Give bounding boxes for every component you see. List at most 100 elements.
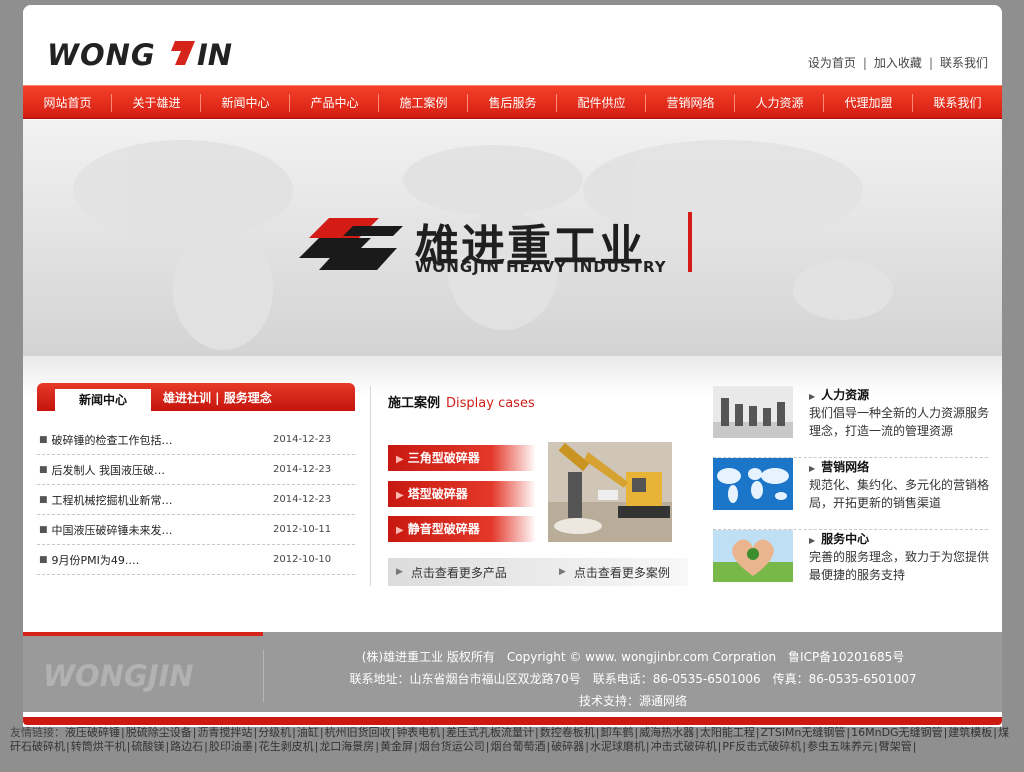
friend-link[interactable]: 转筒烘干机 [71, 740, 126, 753]
news-title[interactable]: 9月份PMI为49.… [52, 552, 273, 568]
friend-link[interactable]: 冲击式破碎机 [651, 740, 717, 753]
set-homepage-link[interactable]: 设为首页 [808, 56, 856, 70]
link-separator: | [391, 726, 396, 739]
friend-link[interactable]: 烟台葡萄酒 [490, 740, 545, 753]
link-separator: | [943, 726, 948, 739]
link-separator: | [645, 740, 650, 753]
list-item[interactable]: ■ 工程机械挖掘机业新常… 2014-12-23 [37, 485, 355, 515]
more-cases-link[interactable]: 点击查看更多案例 [574, 564, 670, 581]
link-separator: | [66, 740, 70, 753]
friend-link[interactable]: 液压破碎锤 [65, 726, 120, 739]
tower-breaker-button[interactable]: ▶ 塔型破碎器 [388, 481, 536, 507]
list-item: ▶ 人力资源 我们倡导一种全新的人力资源服务理念，打造一流的管理资源 [713, 386, 989, 458]
cases-title-en: Display cases [446, 396, 535, 411]
nav-about[interactable]: 关于雄进 [112, 86, 201, 118]
nav-products[interactable]: 产品中心 [290, 86, 379, 118]
top-links: 设为首页 | 加入收藏 | 联系我们 [807, 56, 988, 70]
more-products-link[interactable]: 点击查看更多产品 [411, 564, 507, 581]
news-date: 2014-12-23 [273, 434, 332, 445]
news-title[interactable]: 后发制人 我国液压破… [52, 462, 273, 478]
link-separator: | [253, 726, 258, 739]
friend-link[interactable]: PF反击式破碎机 [722, 740, 801, 753]
service-heading[interactable]: ▶ 服务中心 [809, 530, 869, 547]
friend-link[interactable]: 差压式孔板流量计 [446, 726, 534, 739]
marketing-text: 规范化、集约化、多元化的营销格局，开拓更新的销售渠道 [809, 478, 990, 510]
banner-accent-bar [688, 212, 692, 272]
nav-hr[interactable]: 人力资源 [735, 86, 824, 118]
marketing-heading[interactable]: ▶ 营销网络 [809, 458, 869, 475]
friend-link[interactable]: 数控卷板机 [540, 726, 595, 739]
link-separator: | [314, 740, 319, 753]
link-separator: | [375, 740, 380, 753]
nav-cases[interactable]: 施工案例 [379, 86, 468, 118]
friend-link[interactable]: 水泥球磨机 [590, 740, 645, 753]
friend-link[interactable]: 花生剥皮机 [259, 740, 314, 753]
add-favorite-link[interactable]: 加入收藏 [874, 56, 922, 70]
tab-news-center[interactable]: 新闻中心 [55, 389, 151, 411]
wongjin-logo[interactable]: WONG IN [47, 35, 247, 71]
friend-link[interactable]: 杭州旧货回收 [325, 726, 391, 739]
friend-link[interactable]: 脱硫除尘设备 [126, 726, 192, 739]
friend-link[interactable]: 黄金屏 [380, 740, 413, 753]
tab-other[interactable]: 雄进社训 | 服务理念 [163, 389, 272, 407]
nav-news[interactable]: 新闻中心 [201, 86, 290, 118]
list-item[interactable]: ■ 破碎锤的检查工作包括… 2014-12-23 [37, 425, 355, 455]
support-link[interactable]: 源通网络 [639, 694, 687, 708]
nav-contact[interactable]: 联系我们 [913, 86, 1002, 118]
excavator-photo[interactable] [548, 442, 672, 542]
nav-marketing[interactable]: 营销网络 [646, 86, 735, 118]
friend-link[interactable]: 油缸 [297, 726, 319, 739]
link-separator: | [802, 740, 807, 753]
hr-heading[interactable]: ▶ 人力资源 [809, 386, 869, 403]
link-separator: | [912, 740, 917, 753]
friend-link[interactable]: 卸车鹤 [600, 726, 633, 739]
silent-breaker-button[interactable]: ▶ 静音型破碎器 [388, 516, 536, 542]
friend-link[interactable]: 硫酸镁 [131, 740, 164, 753]
header: WONG IN 设为首页 | 加入收藏 | 联系我们 [23, 5, 1002, 85]
friend-link[interactable]: 16MnDG无缝钢管 [851, 726, 942, 739]
contact-us-link[interactable]: 联系我们 [940, 56, 988, 70]
arrow-icon: ▶ [396, 490, 404, 501]
triangle-breaker-button[interactable]: ▶ 三角型破碎器 [388, 445, 536, 471]
friend-link[interactable]: 烟台货运公司 [419, 740, 485, 753]
heart-hands-image[interactable] [713, 530, 793, 582]
nav-after-sales[interactable]: 售后服务 [468, 86, 557, 118]
friend-link[interactable]: 参虫五味养元 [807, 740, 873, 753]
list-item[interactable]: ■ 后发制人 我国液压破… 2014-12-23 [37, 455, 355, 485]
friend-links: 友情链接：液压破碎锤|脱硫除尘设备|沥青搅拌站|分级机|油缸|杭州旧货回收|钟表… [10, 726, 1014, 754]
news-title[interactable]: 破碎锤的检查工作包括… [52, 432, 273, 448]
list-item[interactable]: ■ 中国液压破碎锤未来发… 2012-10-11 [37, 515, 355, 545]
link-separator: | [126, 740, 131, 753]
footer-copyright-line: (株)雄进重工业 版权所有 Copyright © www. wongjinbr.… [361, 650, 905, 664]
friend-link[interactable]: 龙口海景房 [319, 740, 374, 753]
news-title[interactable]: 工程机械挖掘机业新常… [52, 492, 273, 508]
nav-agency[interactable]: 代理加盟 [824, 86, 913, 118]
footer: WONGJIN (株)雄进重工业 版权所有 Copyright © www. wo… [23, 632, 1002, 712]
wongjin-emblem-icon [299, 218, 403, 270]
friend-link[interactable]: 沥青搅拌站 [197, 726, 252, 739]
friend-link[interactable]: 破碎器 [551, 740, 584, 753]
friend-link[interactable]: 胶印油墨 [209, 740, 253, 753]
friend-link[interactable]: 钟表电机 [396, 726, 440, 739]
friend-link[interactable]: 分级机 [258, 726, 291, 739]
list-item: ▶ 服务中心 完善的服务理念，致力于为您提供最便捷的服务支持 [713, 530, 989, 602]
nav-parts[interactable]: 配件供应 [557, 86, 646, 118]
friend-link[interactable]: 太阳能工程 [700, 726, 755, 739]
footer-divider [263, 650, 264, 702]
friend-link[interactable]: ZTSiMn无缝钢管 [761, 726, 846, 739]
page-container: WONG IN 设为首页 | 加入收藏 | 联系我们 网站首页 关于雄进 新闻中心 产品… [23, 5, 1002, 727]
list-item: ▶ 营销网络 规范化、集约化、多元化的营销格局，开拓更新的销售渠道 [713, 458, 990, 530]
friend-link[interactable]: 威海热水器 [639, 726, 694, 739]
main-content: 新闻中心 雄进社训 | 服务理念 ■ 破碎锤的检查工作包括… 2014-12-23 … [23, 356, 1002, 632]
friend-link[interactable]: 臂架管 [879, 740, 912, 753]
svg-text:IN: IN [197, 38, 232, 71]
world-map-image[interactable] [713, 458, 793, 510]
news-date: 2012-10-11 [273, 524, 332, 535]
news-title[interactable]: 中国液压破碎锤未来发… [52, 522, 273, 538]
chess-pieces-image[interactable] [713, 386, 793, 438]
list-item[interactable]: ■ 9月份PMI为49.… 2012-10-10 [37, 545, 355, 575]
friend-link[interactable]: 路边石 [170, 740, 203, 753]
nav-home[interactable]: 网站首页 [23, 86, 112, 118]
link-separator: | [546, 740, 551, 753]
friend-link[interactable]: 建筑模板 [948, 726, 992, 739]
